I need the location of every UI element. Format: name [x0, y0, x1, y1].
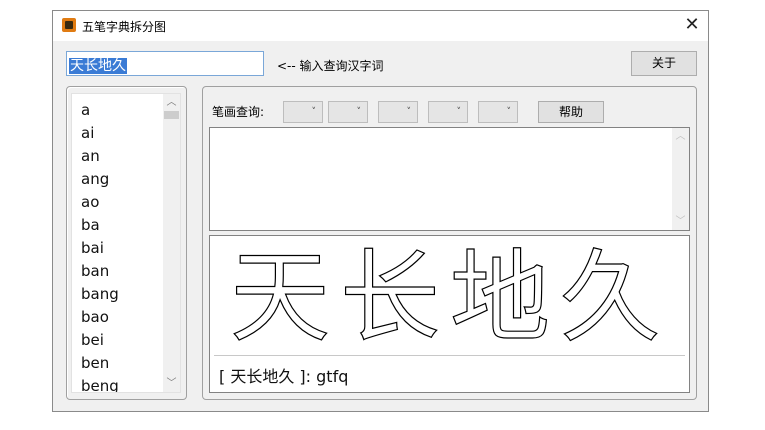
pinyin-group: a ai an ang ao ba bai ban bang bao bei ben beng ︿ ﹀ [66, 86, 187, 400]
pinyin-item[interactable]: a [81, 99, 119, 122]
pinyin-item[interactable]: ban [81, 260, 119, 283]
pinyin-item[interactable]: bao [81, 306, 119, 329]
scroll-thumb[interactable] [164, 111, 179, 119]
window-title: 五笔字典拆分图 [82, 20, 167, 34]
pinyin-item[interactable]: ao [81, 191, 119, 214]
glyph-row: 天 长 地 久 [220, 240, 680, 352]
pinyin-item[interactable]: bai [81, 237, 119, 260]
help-button[interactable]: 帮助 [538, 101, 604, 123]
pinyin-item[interactable]: bei [81, 329, 119, 352]
pinyin-item[interactable]: ang [81, 168, 119, 191]
stroke-combo-5[interactable]: ˅ [478, 101, 518, 123]
title-bar: 五笔字典拆分图 ✕ [53, 11, 708, 41]
wubi-code-line: [ 天长地久 ]: gtfq [219, 367, 349, 386]
decomposition-panel: 天 长 地 久 [ 天长地久 ]: gtfq [209, 235, 690, 393]
chevron-up-icon[interactable]: ︿ [163, 94, 180, 111]
search-input-value: 天长地久 [69, 58, 127, 74]
search-input[interactable]: 天长地久 [66, 51, 264, 76]
chevron-down-icon[interactable]: ﹀ [163, 375, 180, 392]
pinyin-scrollbar[interactable]: ︿ ﹀ [163, 94, 180, 392]
stroke-combo-2[interactable]: ˅ [328, 101, 368, 123]
pinyin-item[interactable]: ben [81, 352, 119, 375]
stroke-combo-3[interactable]: ˅ [378, 101, 418, 123]
app-logo-icon [62, 18, 76, 32]
pinyin-list[interactable]: a ai an ang ao ba bai ban bang bao bei ben beng ︿ ﹀ [71, 93, 181, 393]
glyph-char-3: 地 [450, 240, 550, 352]
detail-group: 笔画查询: ˅ ˅ ˅ ˅ ˅ 帮助 ︿ ﹀ 天 长 地 久 [ 天长地久 ]:… [202, 86, 697, 400]
chevron-down-icon[interactable]: ﹀ [672, 213, 689, 230]
stroke-query-label: 笔画查询: [212, 105, 265, 119]
about-button[interactable]: 关于 [631, 51, 697, 76]
panel-divider [214, 355, 685, 356]
pinyin-item[interactable]: ba [81, 214, 119, 237]
glyph-canvas: 天 长 地 久 [229, 240, 660, 352]
main-window: 五笔字典拆分图 ✕ 天长地久 <-- 输入查询汉字词 关于 a ai an ang ao… [52, 10, 709, 412]
close-button[interactable]: ✕ [676, 11, 708, 41]
stroke-combo-4[interactable]: ˅ [428, 101, 468, 123]
glyph-char-4: 久 [560, 240, 660, 352]
stroke-combo-1[interactable]: ˅ [283, 101, 323, 123]
pinyin-item[interactable]: bang [81, 283, 119, 306]
result-scrollbar[interactable]: ︿ ﹀ [672, 128, 689, 230]
pinyin-item[interactable]: ai [81, 122, 119, 145]
search-hint: <-- 输入查询汉字词 [277, 59, 384, 73]
result-textarea[interactable]: ︿ ﹀ [209, 127, 690, 231]
glyph-char-2: 长 [340, 240, 440, 352]
glyph-char-1: 天 [230, 240, 330, 352]
pinyin-items: a ai an ang ao ba bai ban bang bao bei ben beng [81, 99, 119, 392]
chevron-up-icon[interactable]: ︿ [672, 128, 689, 145]
pinyin-item[interactable]: an [81, 145, 119, 168]
pinyin-item[interactable]: beng [81, 375, 119, 392]
